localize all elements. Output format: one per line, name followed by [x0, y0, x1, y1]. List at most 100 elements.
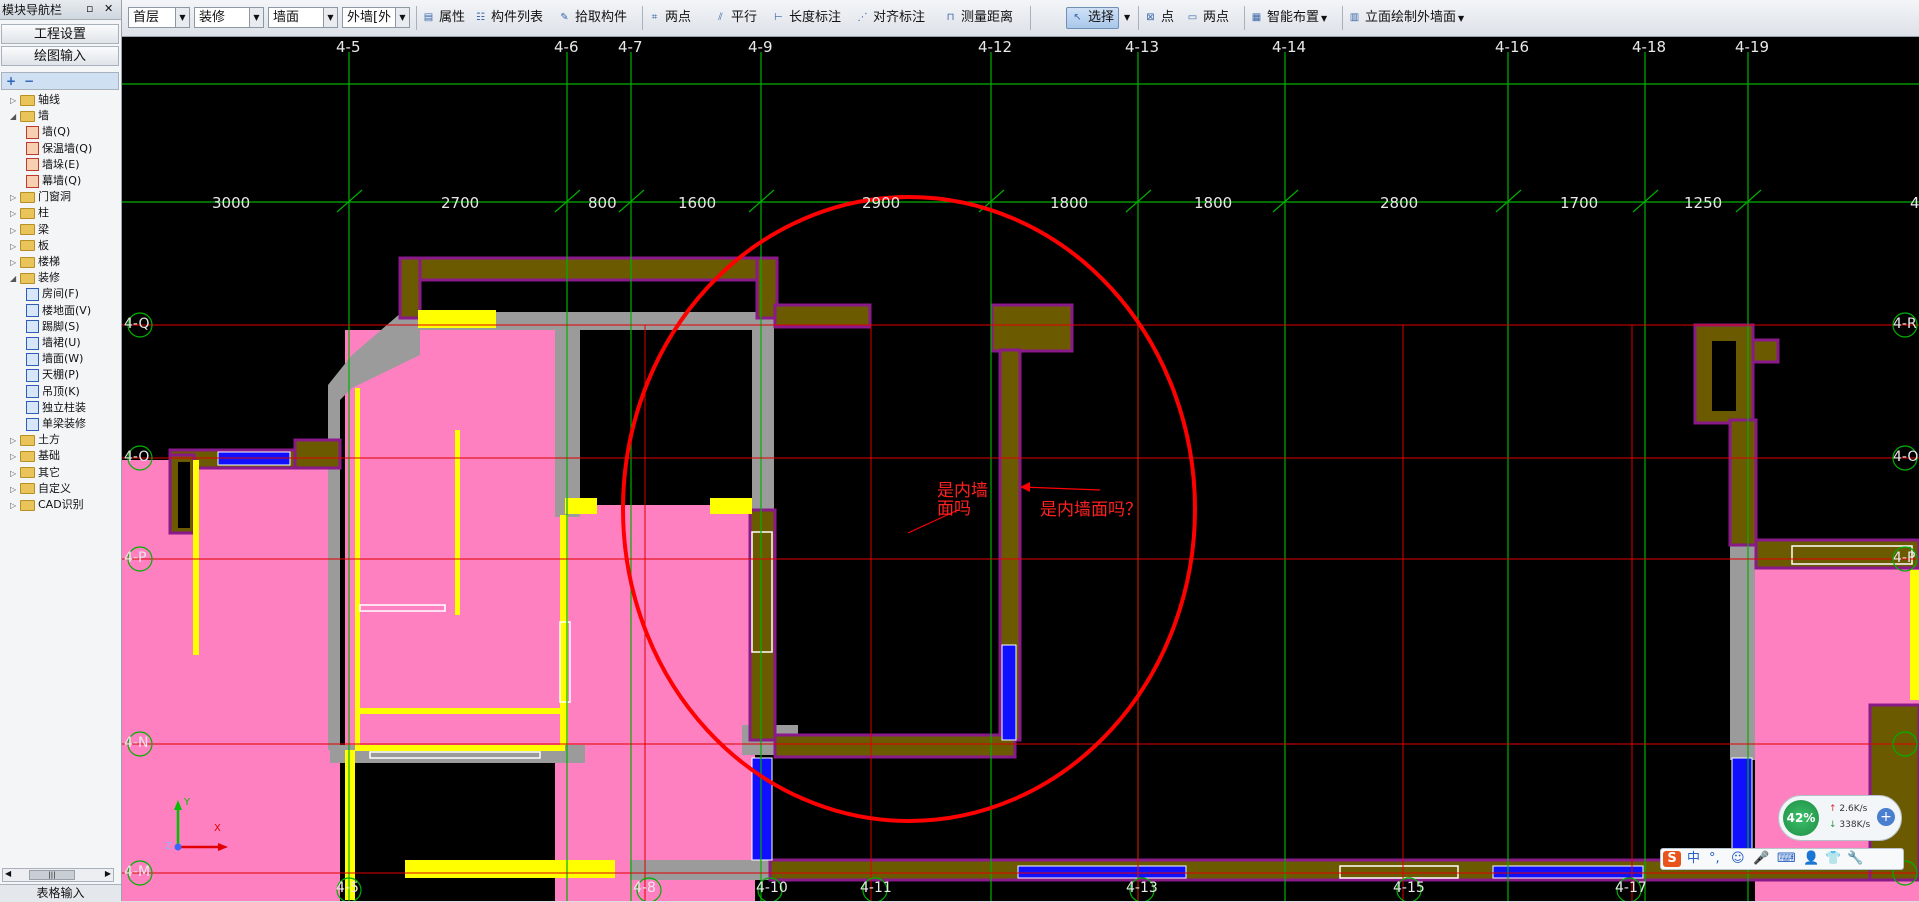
scroll-thumb[interactable]: |||: [29, 870, 75, 880]
keyboard-icon[interactable]: ⌨: [1777, 851, 1796, 867]
expand-toggle-icon[interactable]: ▷: [10, 498, 20, 513]
tree-item[interactable]: 吊顶(K): [26, 384, 80, 399]
tree-item[interactable]: ▷ 轴线: [10, 92, 60, 107]
chinese-mode-icon[interactable]: 中: [1687, 851, 1700, 867]
tree-item[interactable]: 保温墙(Q): [26, 141, 92, 156]
drawing-svg[interactable]: [122, 37, 1919, 901]
floor-select[interactable]: 首层 ▼: [128, 7, 190, 28]
scroll-right-arrow-icon[interactable]: ▶: [105, 869, 111, 878]
panel-title: 模块导航栏: [2, 3, 63, 17]
tools-icon[interactable]: 🔧: [1847, 851, 1863, 867]
folder-icon: [20, 94, 35, 106]
user-icon[interactable]: 👤: [1803, 851, 1819, 867]
tree-item[interactable]: 墙垛(E): [26, 157, 80, 172]
sogou-logo-icon[interactable]: S: [1663, 851, 1681, 867]
tree-item[interactable]: ◢ 墙: [10, 108, 49, 123]
smart-layout-button[interactable]: ▦ 智能布置 ▼: [1250, 8, 1327, 28]
expand-toggle-icon[interactable]: ▷: [10, 93, 20, 108]
add-icon[interactable]: +: [1877, 808, 1895, 826]
chevron-down-icon[interactable]: ▼: [175, 8, 189, 27]
axis-x-label: X: [214, 823, 221, 834]
two-points-dim-button[interactable]: ⌗ 两点: [648, 8, 691, 28]
tree-item[interactable]: ▷ 梁: [10, 222, 49, 237]
annotation-arrow: [1021, 486, 1101, 491]
ime-toolbar[interactable]: S 中 °, ☺ 🎤 ⌨ 👤 👕 🔧: [1660, 848, 1904, 870]
tree-item[interactable]: 踢脚(S): [26, 319, 80, 334]
element-type-select[interactable]: 墙面 ▼: [268, 7, 338, 28]
upload-arrow-icon: ↑: [1829, 804, 1840, 814]
expand-toggle-icon[interactable]: ▷: [10, 433, 20, 448]
tree-item[interactable]: ▷ 基础: [10, 448, 60, 463]
expand-toggle-icon[interactable]: ▷: [10, 255, 20, 270]
collapse-all-icon[interactable]: −: [22, 74, 36, 88]
emoji-icon[interactable]: ☺: [1731, 851, 1745, 867]
expand-toggle-icon[interactable]: ▷: [10, 482, 20, 497]
tree-item[interactable]: ▷ CAD识别: [10, 497, 84, 512]
parallel-button[interactable]: ⫽ 平行: [714, 8, 757, 28]
expand-toggle-icon[interactable]: ▷: [10, 239, 20, 254]
scroll-left-arrow-icon[interactable]: ◀: [5, 869, 11, 878]
bottom-axis-label: 4-10: [756, 880, 788, 896]
measure-icon: ⊓: [946, 11, 955, 23]
network-speed-widget[interactable]: 42% ↑ 2.6K/s ↓ 338K/s +: [1778, 795, 1902, 841]
tree-item[interactable]: ▷ 板: [10, 238, 49, 253]
drawing-input-button[interactable]: 绘图输入: [1, 46, 119, 66]
tree-horizontal-scrollbar[interactable]: ◀ ||| ▶: [2, 868, 114, 882]
skin-icon[interactable]: 👕: [1825, 851, 1841, 867]
bottom-axis-label: 4-8: [633, 880, 656, 896]
punctuation-icon[interactable]: °,: [1709, 851, 1720, 867]
expand-all-icon[interactable]: +: [4, 74, 18, 88]
chevron-down-icon[interactable]: ▼: [249, 8, 263, 27]
measure-distance-button[interactable]: ⊓ 测量距离: [944, 8, 1013, 28]
tree-item[interactable]: 墙(Q): [26, 124, 70, 139]
tree-item[interactable]: 墙裙(U): [26, 335, 81, 350]
tree-item[interactable]: ◢ 装修: [10, 270, 60, 285]
expand-toggle-icon[interactable]: ▷: [10, 190, 20, 205]
tree-item-label: 吊顶(K): [42, 384, 80, 398]
microphone-icon[interactable]: 🎤: [1753, 851, 1769, 867]
drawing-canvas[interactable]: 4-5 4-6 4-7 4-9 4-12 4-13 4-14 4-16 4-18 4-19 3000…: [122, 37, 1919, 901]
tree-item-label: 梁: [38, 222, 49, 236]
expand-toggle-icon[interactable]: ▷: [10, 223, 20, 238]
tree-item[interactable]: ▷ 土方: [10, 432, 60, 447]
right-axis-label: 4-R: [1893, 316, 1917, 332]
tree-item[interactable]: ▷ 自定义: [10, 481, 71, 496]
expand-toggle-icon[interactable]: ▷: [10, 466, 20, 481]
pin-icon[interactable]: ▫: [86, 2, 93, 16]
tree-item[interactable]: 天棚(P): [26, 367, 79, 382]
align-dim-button[interactable]: ⋰ 对齐标注: [856, 8, 926, 28]
tree-item[interactable]: 独立柱装: [26, 400, 86, 415]
bottom-axis-label: 4-15: [1393, 880, 1425, 896]
elevation-draw-button[interactable]: ▥ 立面绘制外墙面 ▼: [1348, 8, 1464, 28]
toolbar-separator: [1030, 6, 1031, 30]
length-dim-icon: ⊢: [774, 11, 783, 23]
category-select[interactable]: 装修 ▼: [194, 7, 264, 28]
project-settings-button[interactable]: 工程设置: [1, 24, 119, 44]
tree-item[interactable]: ▷ 柱: [10, 205, 49, 220]
expand-toggle-icon[interactable]: ▷: [10, 206, 20, 221]
select-button[interactable]: ↖ 选择: [1066, 7, 1120, 29]
tree-item[interactable]: 单梁装修: [26, 416, 86, 431]
tree-item[interactable]: ▷ 其它: [10, 465, 60, 480]
element-name-select[interactable]: 外墙[外 ▼: [342, 7, 410, 28]
close-icon[interactable]: ✕: [104, 2, 113, 16]
tree-item[interactable]: 楼地面(V): [26, 303, 91, 318]
point-button[interactable]: ⊠ 点: [1144, 8, 1174, 28]
two-points-draw-button[interactable]: ▭ 两点: [1186, 8, 1229, 28]
length-dim-button[interactable]: ⊢ 长度标注: [772, 8, 841, 28]
tree-item[interactable]: 房间(F): [26, 286, 79, 301]
collapse-toggle-icon[interactable]: ◢: [10, 109, 20, 124]
tree-item[interactable]: 幕墙(Q): [26, 173, 81, 188]
expand-toggle-icon[interactable]: ▷: [10, 449, 20, 464]
table-input-button[interactable]: 表格输入: [0, 884, 121, 902]
properties-button[interactable]: ▤ 属性: [422, 8, 465, 28]
tree-item[interactable]: 墙面(W): [26, 351, 83, 366]
select-dropdown-icon[interactable]: ▼: [1124, 8, 1130, 28]
tree-item[interactable]: ▷ 门窗洞: [10, 189, 71, 204]
pick-component-button[interactable]: ✎ 拾取构件: [558, 8, 627, 28]
collapse-toggle-icon[interactable]: ◢: [10, 271, 20, 286]
component-list-button[interactable]: ☷ 构件列表: [474, 8, 543, 28]
chevron-down-icon[interactable]: ▼: [395, 8, 409, 27]
chevron-down-icon[interactable]: ▼: [323, 8, 337, 27]
tree-item[interactable]: ▷ 楼梯: [10, 254, 60, 269]
